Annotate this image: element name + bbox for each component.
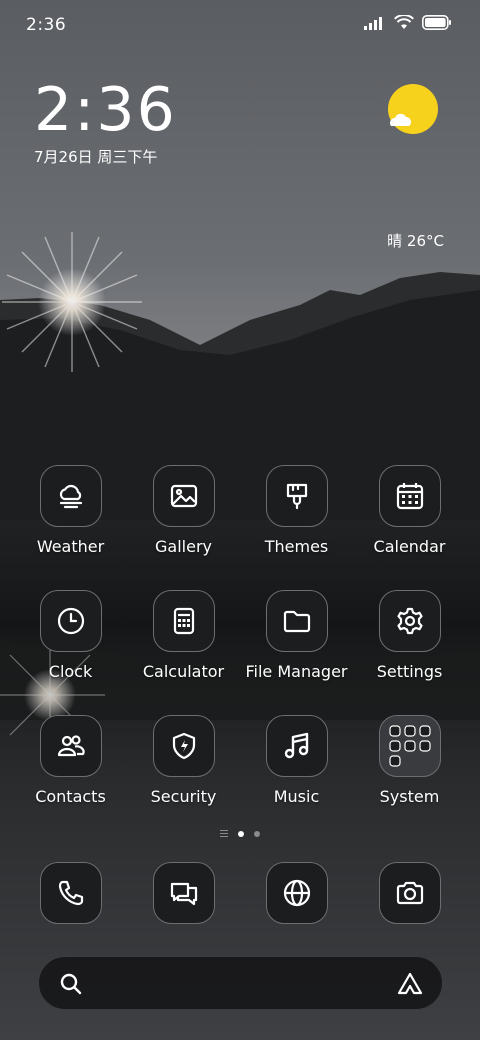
app-file-manager[interactable]: File Manager	[240, 590, 353, 681]
app-calculator[interactable]: Calculator	[127, 590, 240, 681]
app-gallery[interactable]: Gallery	[127, 465, 240, 556]
gallery-image-icon	[152, 465, 215, 527]
search-icon[interactable]	[59, 972, 83, 1000]
sun-cloud-icon	[387, 84, 441, 138]
folder-icon	[265, 590, 328, 652]
clock-widget[interactable]: 2:36 7月26日 周三下午	[34, 80, 177, 167]
app-label: Themes	[264, 537, 329, 556]
gear-icon	[378, 590, 441, 652]
camera-icon	[378, 862, 441, 924]
clock-date: 7月26日 周三下午	[34, 148, 158, 166]
shield-icon	[152, 715, 215, 777]
app-label: Gallery	[155, 537, 212, 556]
app-label: Clock	[48, 662, 93, 681]
calendar-icon	[378, 465, 441, 527]
clock-time: 2:36	[34, 75, 177, 145]
signal-icon	[364, 15, 386, 34]
battery-icon	[422, 15, 452, 34]
weather-text: 晴 26°C	[387, 232, 444, 250]
browser-globe-icon	[265, 862, 328, 924]
app-label: File Manager	[245, 662, 348, 681]
app-themes[interactable]: Themes	[240, 465, 353, 556]
app-settings[interactable]: Settings	[353, 590, 466, 681]
app-label: Security	[150, 787, 217, 806]
app-calendar[interactable]: Calendar	[353, 465, 466, 556]
dock-browser[interactable]	[240, 862, 353, 924]
app-music[interactable]: Music	[240, 715, 353, 806]
status-time: 2:36	[26, 15, 67, 35]
dock-messages[interactable]	[127, 862, 240, 924]
status-bar: 2:36	[0, 0, 480, 50]
app-label: Calendar	[373, 537, 446, 556]
page-indicator[interactable]	[0, 830, 480, 837]
search-bar[interactable]	[38, 956, 443, 1010]
app-label: System	[379, 787, 440, 806]
dock-camera[interactable]	[353, 862, 466, 924]
paintbrush-icon	[265, 465, 328, 527]
app-label: Contacts	[35, 787, 106, 806]
app-label: Settings	[376, 662, 443, 681]
weather-widget[interactable]: 晴 26°C	[384, 84, 444, 250]
music-note-icon	[265, 715, 328, 777]
app-security[interactable]: Security	[127, 715, 240, 806]
app-weather[interactable]: Weather	[14, 465, 127, 556]
page-list-icon	[220, 830, 228, 837]
clock-icon	[39, 590, 102, 652]
app-contacts[interactable]: Contacts	[14, 715, 127, 806]
app-clock[interactable]: Clock	[14, 590, 127, 681]
wifi-icon	[394, 14, 414, 34]
phone-icon	[39, 862, 102, 924]
page-dot-active	[238, 830, 244, 837]
status-icons	[364, 14, 452, 34]
messages-icon	[152, 862, 215, 924]
weather-cloud-icon	[39, 465, 102, 527]
app-system-folder[interactable]: System	[353, 715, 466, 806]
page-dot	[254, 830, 260, 837]
app-label: Calculator	[142, 662, 225, 681]
app-label: Music	[273, 787, 320, 806]
system-folder-icon	[378, 715, 441, 777]
assistant-icon[interactable]	[396, 971, 424, 1001]
contacts-icon	[39, 715, 102, 777]
calculator-icon	[152, 590, 215, 652]
dock-phone[interactable]	[14, 862, 127, 924]
app-label: Weather	[36, 537, 105, 556]
